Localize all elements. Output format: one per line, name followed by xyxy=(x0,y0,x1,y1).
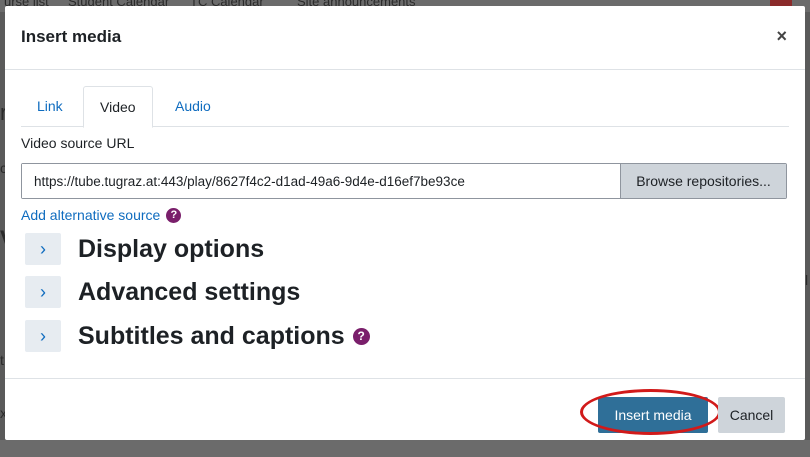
section-subtitles-captions[interactable]: › Subtitles and captions ? xyxy=(25,320,370,352)
help-icon[interactable]: ? xyxy=(352,327,370,345)
video-source-label: Video source URL xyxy=(21,135,135,151)
browse-repositories-button[interactable]: Browse repositories... xyxy=(620,164,786,198)
insert-media-button[interactable]: Insert media xyxy=(598,397,708,433)
help-icon[interactable]: ? xyxy=(166,207,182,223)
section-advanced-settings[interactable]: › Advanced settings xyxy=(25,276,300,308)
dialog-footer: Insert media Cancel xyxy=(5,378,805,440)
tab-link[interactable]: Link xyxy=(21,86,79,127)
chevron-right-icon[interactable]: › xyxy=(25,320,61,352)
insert-media-dialog: Insert media × Link Video Audio Video so… xyxy=(5,6,805,440)
chevron-right-icon[interactable]: › xyxy=(25,276,61,308)
chevron-right-icon[interactable]: › xyxy=(25,233,61,265)
alternative-source-row: Add alternative source ? xyxy=(21,207,182,223)
section-display-options[interactable]: › Display options xyxy=(25,233,264,265)
media-type-tabs: Link Video Audio xyxy=(21,86,789,128)
dialog-header: Insert media × xyxy=(5,6,805,70)
section-title[interactable]: Display options xyxy=(78,235,264,264)
tab-video[interactable]: Video xyxy=(83,86,153,128)
add-alternative-source-link[interactable]: Add alternative source xyxy=(21,207,160,223)
bg-edge-text: l xyxy=(805,272,809,288)
dialog-title: Insert media xyxy=(21,27,122,46)
section-title[interactable]: Subtitles and captions xyxy=(78,322,345,351)
video-source-url-input[interactable] xyxy=(22,164,620,198)
bg-edge-text: t xyxy=(0,352,4,368)
close-icon[interactable]: × xyxy=(776,26,787,47)
cancel-button[interactable]: Cancel xyxy=(718,397,785,433)
tab-audio[interactable]: Audio xyxy=(159,86,227,127)
background-editor-toolbar xyxy=(0,440,810,457)
video-source-group: Browse repositories... xyxy=(21,163,787,199)
section-title[interactable]: Advanced settings xyxy=(78,278,300,307)
